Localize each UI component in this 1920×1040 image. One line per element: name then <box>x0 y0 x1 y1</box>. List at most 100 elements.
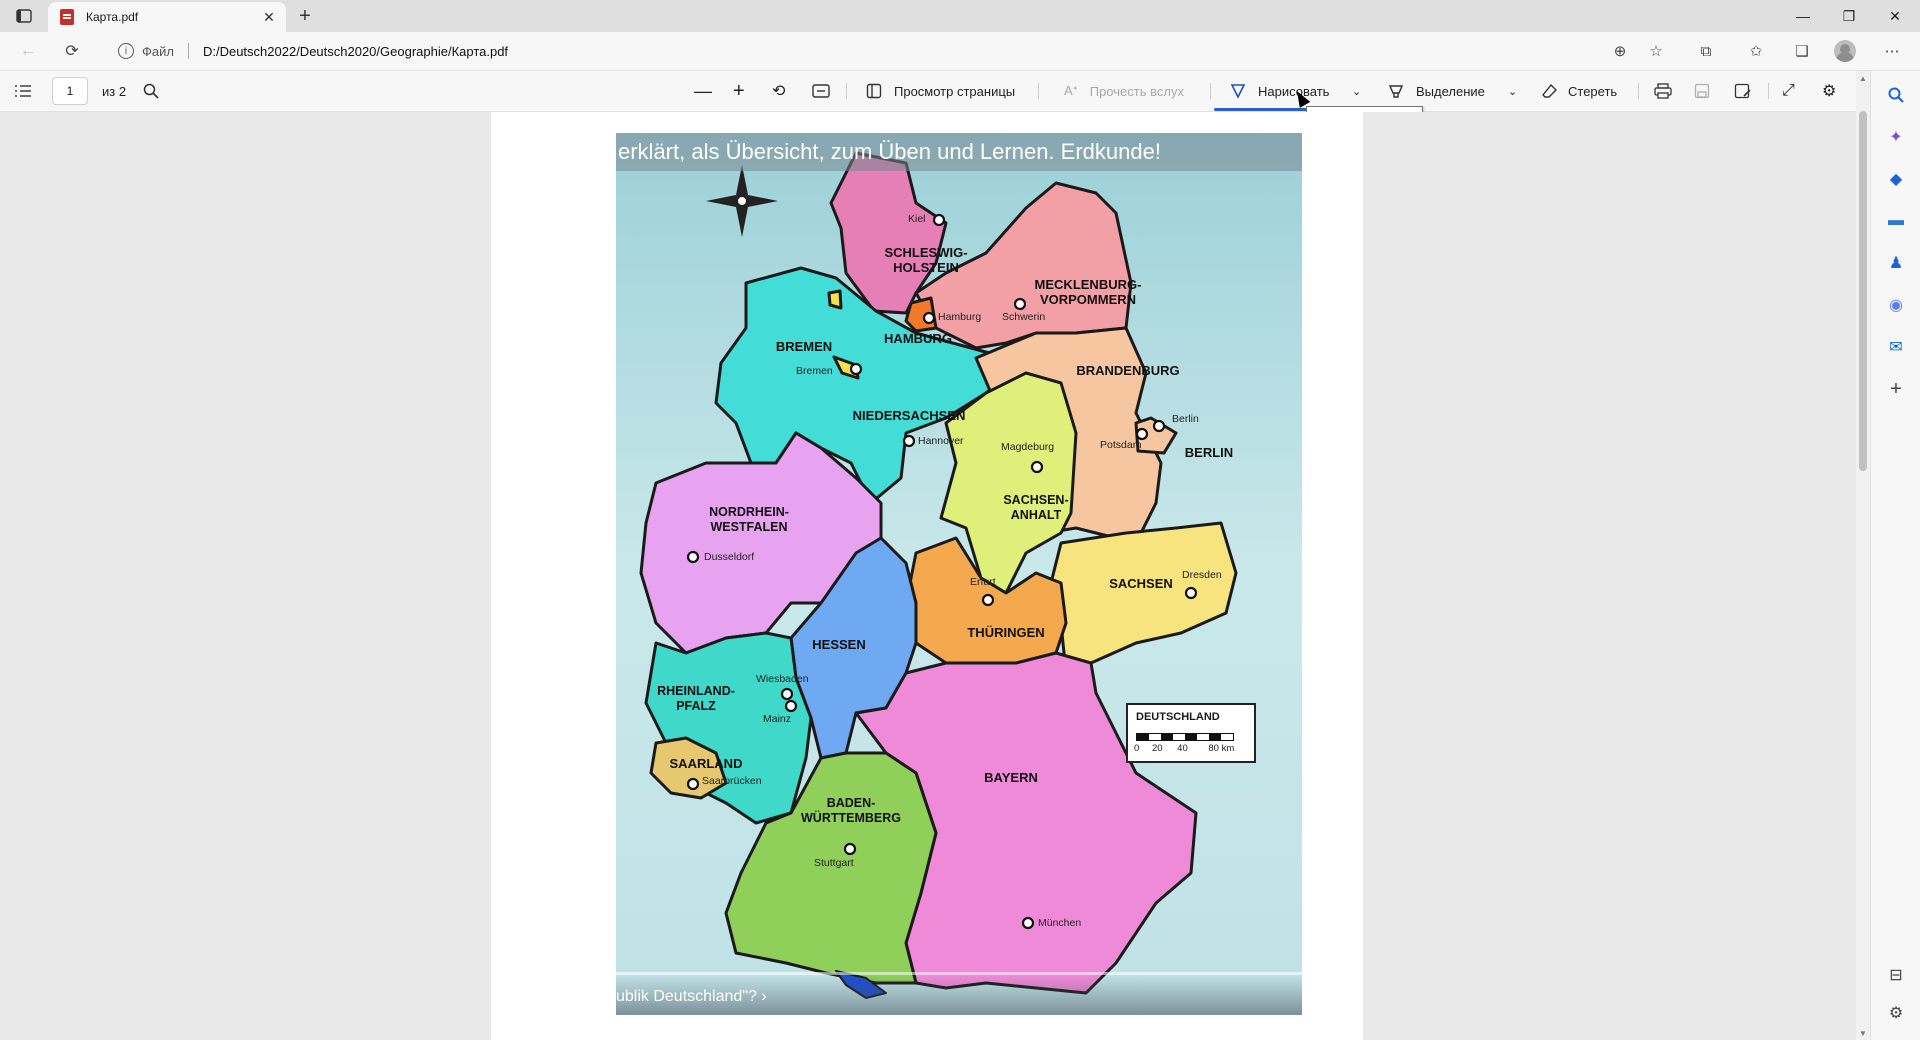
edge-sidebar: ✦ ◆ ▬ ♟ ◉ ✉ + ⊟ ⚙ <box>1870 71 1920 1040</box>
pdf-toolbar: 1 из 2 — + ⟲ Просмотр страницы Aᐩ Прочес… <box>0 71 1870 112</box>
highlight-button[interactable]: Выделение <box>1388 71 1485 111</box>
state-label-saarland: SAARLAND <box>669 756 743 771</box>
favorites-icon[interactable]: ✩ <box>1742 38 1770 64</box>
legend-tick: 40 <box>1177 743 1188 754</box>
toolbar-separator <box>1638 83 1639 99</box>
zoom-in-icon[interactable]: + <box>733 71 745 111</box>
search-icon[interactable] <box>143 71 159 111</box>
city-label-mainz: Mainz <box>763 713 792 725</box>
highlight-label: Выделение <box>1416 83 1485 99</box>
city-label-kiel: Kiel <box>908 213 926 225</box>
sidebar-games-icon[interactable]: ♟ <box>1884 251 1908 275</box>
url-text[interactable]: D:/Deutsch2022/Deutsch2020/Geographie/Ка… <box>203 44 508 59</box>
page-view-button[interactable]: Просмотр страницы <box>866 71 1015 111</box>
state-label-berlin: BERLIN <box>1184 445 1234 460</box>
city-dot-hamburg <box>922 311 936 325</box>
state-label-sachsen: SACHSEN <box>1109 576 1173 591</box>
highlight-options-chevron-icon[interactable]: ⌄ <box>1508 71 1517 111</box>
city-dot-dusseldorf <box>686 550 700 564</box>
close-window-button[interactable]: ✕ <box>1872 0 1918 32</box>
germany-map-image: erklärt, als Übersicht, zum Üben und Ler… <box>616 133 1302 1015</box>
restore-button[interactable]: ❐ <box>1826 0 1872 32</box>
print-icon[interactable] <box>1654 71 1672 111</box>
sidebar-tools-icon[interactable]: ▬ <box>1884 209 1908 233</box>
city-dot-bremen <box>849 362 863 376</box>
new-tab-button[interactable]: + <box>292 4 318 28</box>
more-menu-icon[interactable]: ⋯ <box>1878 38 1906 64</box>
state-shape-sachsen <box>1049 521 1238 675</box>
settings-icon[interactable]: ⚙ <box>1822 71 1836 111</box>
city-dot-berlin <box>1152 419 1166 433</box>
video-footer-caption: ublik Deutschland"? › <box>616 975 1302 1015</box>
save-as-icon[interactable] <box>1734 71 1752 111</box>
city-label-erfurt: Erfurt <box>970 576 996 588</box>
erase-button[interactable]: Стереть <box>1542 71 1617 111</box>
city-dot-stuttgart <box>843 842 857 856</box>
tab-actions-button[interactable] <box>8 4 40 28</box>
toolbar-separator <box>1768 83 1769 99</box>
page-view-icon <box>866 83 882 99</box>
sidebar-search-icon[interactable] <box>1884 83 1908 107</box>
toolbar-separator <box>1038 83 1039 99</box>
city-dot-erfurt <box>981 593 995 607</box>
vertical-scrollbar[interactable]: ▲ ▼ <box>1856 71 1870 1040</box>
city-label-bremen: Bremen <box>796 365 833 377</box>
state-label-sachsen-anhalt: SACHSEN-ANHALT <box>1003 493 1069 522</box>
collections-icon[interactable]: ❏ <box>1788 38 1816 64</box>
add-favorite-icon[interactable]: ☆ <box>1642 38 1670 64</box>
toolbar-separator <box>1210 83 1211 99</box>
back-button[interactable]: ← <box>14 38 42 64</box>
sidebar-settings-icon[interactable]: ⚙ <box>1884 1001 1908 1025</box>
legend-scale-bar <box>1136 733 1234 741</box>
city-label-hannover: Hannover <box>918 435 964 447</box>
state-label-bayern: BAYERN <box>984 770 1038 785</box>
fullscreen-icon[interactable]: ⤢ <box>1782 71 1795 111</box>
close-tab-icon[interactable]: ✕ <box>258 6 280 28</box>
city-label-magdeburg: Magdeburg <box>1001 441 1055 453</box>
page-view-label: Просмотр страницы <box>894 83 1016 99</box>
minimize-button[interactable]: — <box>1780 0 1826 32</box>
state-label-baden-wuerttemberg: BADEN-WÜRTTEMBERG <box>801 796 901 825</box>
state-shape-bremerhaven <box>827 289 843 310</box>
city-dot-muenchen <box>1021 916 1035 930</box>
address-bar[interactable]: i Файл D:/Deutsch2022/Deutsch2020/Geogra… <box>112 36 1662 66</box>
save-icon[interactable] <box>1694 71 1710 111</box>
state-label-brandenburg: BRANDENBURG <box>1076 363 1180 378</box>
video-title-banner: erklärt, als Übersicht, zum Üben und Ler… <box>616 133 1302 171</box>
site-info-icon[interactable]: i <box>118 43 134 59</box>
scroll-up-icon[interactable]: ▲ <box>1856 71 1870 85</box>
pdf-file-icon <box>60 9 74 25</box>
state-label-thueringen: THÜRINGEN <box>967 625 1045 640</box>
page-number-input[interactable]: 1 <box>52 77 88 105</box>
tab-title: Карта.pdf <box>86 10 139 24</box>
tab-actions-icon <box>16 9 32 23</box>
active-tab[interactable]: Карта.pdf ✕ <box>48 2 286 32</box>
state-shape-rheinland-pfalz <box>644 631 813 825</box>
refresh-button[interactable]: ⟳ <box>58 38 86 64</box>
sidebar-microsoft365-icon[interactable]: ◉ <box>1884 293 1908 317</box>
rotate-icon[interactable]: ⟲ <box>772 71 785 111</box>
scroll-thumb[interactable] <box>1859 111 1867 471</box>
profile-avatar[interactable] <box>1834 40 1856 62</box>
sidebar-outlook-icon[interactable]: ✉ <box>1884 335 1908 359</box>
scroll-down-icon[interactable]: ▼ <box>1856 1026 1870 1040</box>
fit-page-icon[interactable] <box>812 71 830 111</box>
extensions-icon[interactable]: ⧉ <box>1692 38 1720 64</box>
zoom-out-icon[interactable]: — <box>694 71 712 111</box>
tab-strip: Карта.pdf ✕ + — ❐ ✕ <box>0 0 1920 32</box>
zoom-icon[interactable]: ⊕ <box>1606 38 1634 64</box>
sidebar-shopping-icon[interactable]: ◆ <box>1884 167 1908 191</box>
draw-pen-icon <box>1230 84 1246 99</box>
sidebar-copilot-icon[interactable]: ✦ <box>1884 125 1908 149</box>
state-label-nordrhein-westfalen: NORDRHEIN-WESTFALEN <box>709 505 789 534</box>
draw-button[interactable]: Нарисовать <box>1230 71 1329 111</box>
read-aloud-button[interactable]: Aᐩ Прочесть вслух <box>1064 71 1184 111</box>
erase-label: Стереть <box>1568 83 1618 99</box>
map-scale-legend: DEUTSCHLAND 0 20 40 80 km <box>1126 703 1256 763</box>
sidebar-add-icon[interactable]: + <box>1884 377 1908 401</box>
eraser-icon <box>1542 83 1557 98</box>
sidebar-hide-icon[interactable]: ⊟ <box>1884 963 1908 987</box>
table-of-contents-icon[interactable] <box>14 71 32 111</box>
draw-options-chevron-icon[interactable]: ⌄ <box>1352 71 1361 111</box>
legend-title: DEUTSCHLAND <box>1136 711 1220 723</box>
